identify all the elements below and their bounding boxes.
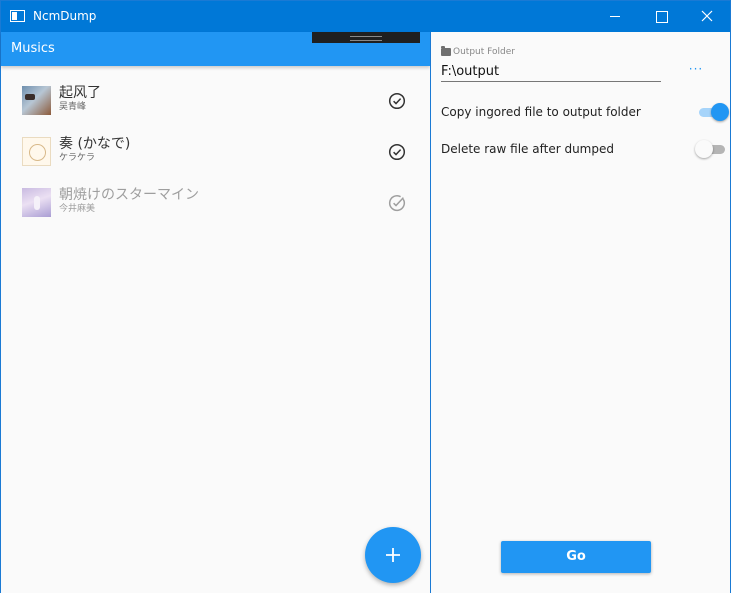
delete-raw-label: Delete raw file after dumped xyxy=(441,142,614,156)
music-list-item[interactable]: 朝焼けのスターマイン 今井麻美 xyxy=(1,181,430,232)
folder-icon xyxy=(441,46,451,56)
title-bar[interactable]: NcmDump xyxy=(1,1,730,32)
copy-ignored-label: Copy ingored file to output folder xyxy=(441,105,641,119)
plus-icon xyxy=(386,548,400,562)
music-title: 起风了 xyxy=(59,85,101,101)
drag-handle[interactable] xyxy=(312,32,420,43)
settings-pane: Output Folder ··· Copy ingored file to o… xyxy=(431,32,730,593)
copy-ignored-toggle[interactable] xyxy=(691,102,729,122)
maximize-button[interactable] xyxy=(638,1,684,32)
music-pane: Musics 起风了 吴青峰 奏 (かなで) ケラケラ 朝焼けのスターマイン 今… xyxy=(1,32,430,593)
output-folder-input[interactable] xyxy=(441,61,661,82)
toggle-thumb xyxy=(711,103,729,121)
check-circle-icon xyxy=(388,143,406,161)
music-artist: ケラケラ xyxy=(59,153,96,163)
go-button[interactable]: Go xyxy=(501,541,651,573)
toggle-thumb xyxy=(695,140,713,158)
output-folder-label: Output Folder xyxy=(453,47,515,57)
music-list-item[interactable]: 奏 (かなで) ケラケラ xyxy=(1,130,430,181)
copy-ignored-setting: Copy ingored file to output folder xyxy=(441,100,729,124)
app-window-icon xyxy=(10,10,25,22)
add-music-button[interactable] xyxy=(365,527,421,583)
music-title: 朝焼けのスターマイン xyxy=(59,187,199,203)
music-list: 起风了 吴青峰 奏 (かなで) ケラケラ 朝焼けのスターマイン 今井麻美 xyxy=(1,79,430,232)
delete-raw-toggle[interactable] xyxy=(691,139,729,159)
music-artist: 今井麻美 xyxy=(59,204,96,214)
window-title: NcmDump xyxy=(33,9,97,23)
browse-folder-button[interactable]: ··· xyxy=(681,60,711,80)
minimize-button[interactable] xyxy=(592,1,638,32)
album-cover xyxy=(22,188,51,217)
album-cover xyxy=(22,137,51,166)
close-icon xyxy=(701,10,713,22)
music-header-title: Musics xyxy=(11,41,55,56)
delete-raw-setting: Delete raw file after dumped xyxy=(441,137,725,161)
music-title: 奏 (かなで) xyxy=(59,136,131,152)
music-artist: 吴青峰 xyxy=(59,102,87,112)
music-list-item[interactable]: 起风了 吴青峰 xyxy=(1,79,430,130)
check-circle-icon xyxy=(388,92,406,110)
app-window: NcmDump Musics 起风了 吴青峰 奏 (かなで) ケラケラ 朝焼けの… xyxy=(0,0,731,593)
close-button[interactable] xyxy=(684,1,730,32)
check-circle-icon xyxy=(388,195,406,212)
album-cover xyxy=(22,86,51,115)
music-header: Musics xyxy=(1,32,430,66)
